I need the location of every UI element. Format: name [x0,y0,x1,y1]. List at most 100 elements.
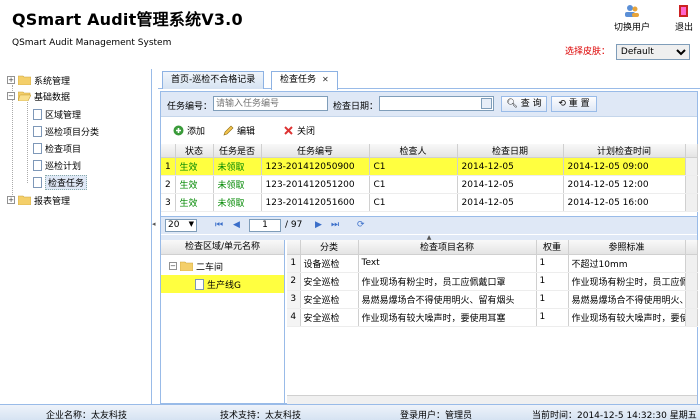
item-name-cell: 作业现场有粉尘时，员工应佩戴口罩 [358,272,537,291]
close-button[interactable]: 关闭 [283,124,315,137]
switch-user-button[interactable]: 切换用户 [610,4,654,33]
collapse-icon[interactable]: − [169,262,177,270]
page-input[interactable]: 1 [249,219,281,232]
column-header[interactable]: 权重 [536,240,569,255]
grid-header-row: 状态 任务是否 任务编号 检查人 检查日期 计划检查时间 [161,144,698,158]
close-icon[interactable]: ✕ [322,75,329,84]
logout-label: 退出 [674,23,693,33]
column-header[interactable]: 检查人 [369,144,458,158]
sidebar-item-label: 检查任务 [45,174,88,190]
refresh-icon[interactable]: ⟳ [357,220,365,230]
sidebar-item-reports[interactable]: + 报表管理 [7,193,70,207]
row-number: 3 [287,290,301,309]
next-page-icon[interactable]: ▶ [315,220,322,230]
status-cell: 生效 [175,157,214,176]
row-number: 2 [287,272,301,291]
table-row[interactable]: 4 安全巡检 作业现场有较大噪声时，要使用耳塞 1 作业现场有较大噪声时，要使 [287,308,698,327]
weight-cell: 1 [536,254,569,273]
column-header[interactable]: 检查项目名称 [358,240,537,255]
toolbar: 添加 编辑 关闭 [161,116,697,144]
area-tree-node[interactable]: − 二车间 [169,259,223,273]
document-icon [33,108,42,120]
users-icon [625,5,639,17]
scrollbar[interactable] [685,308,698,327]
table-row[interactable]: 3 生效 未领取 123-201412051600 C1 2014-12-05 … [161,193,698,212]
column-header[interactable]: 检查日期 [457,144,564,158]
row-number: 1 [161,157,176,176]
area-tree-node-selected[interactable]: 生产线G [195,277,241,291]
tree-guide [27,99,28,183]
claimed-cell: 未领取 [213,175,262,194]
reset-icon: ⟲ [558,99,566,109]
column-header[interactable]: 计划检查时间 [563,144,686,158]
tab-home[interactable]: 首页-巡检不合格记录 [162,71,265,89]
sidebar-item-category[interactable]: 巡检项目分类 [33,124,99,138]
add-button[interactable]: 添加 [173,124,205,137]
plan-time-cell: 2014-12-05 09:00 [563,157,686,176]
weight-cell: 1 [536,308,569,327]
switch-user-label: 切换用户 [613,23,650,33]
collapse-icon[interactable]: − [7,92,15,100]
sidebar-item-system[interactable]: + 系统管理 [7,73,70,87]
last-page-icon[interactable]: ⏭ [331,220,339,230]
query-button[interactable]: 🔍︎ 查 询 [501,96,547,112]
skin-select[interactable]: Default [615,44,690,60]
table-row[interactable]: 2 生效 未领取 123-201412051200 C1 2014-12-05 … [161,175,698,194]
chevron-down-icon: ▼ [188,220,194,228]
table-row[interactable]: 2 安全巡检 作业现场有粉尘时，员工应佩戴口罩 1 作业现场有粉尘时，员工应佩 [287,272,698,291]
task-no-cell: 123-201412051200 [261,175,370,194]
sidebar-item-plan[interactable]: 巡检计划 [33,158,81,172]
calendar-icon[interactable] [481,98,492,109]
sidebar-item-basedata[interactable]: − 基础数据 [7,89,70,103]
tab-tasks[interactable]: 检查任务 ✕ [271,71,338,90]
column-header[interactable]: 任务编号 [261,144,370,158]
folder-icon [18,195,31,205]
table-row[interactable]: 1 生效 未领取 123-201412050900 C1 2014-12-05 … [161,157,698,176]
expand-icon[interactable]: + [7,76,15,84]
scrollbar[interactable] [685,175,698,194]
task-no-cell: 123-201412050900 [261,157,370,176]
reset-button[interactable]: ⟲ 重 置 [551,96,597,112]
skin-label: 选择皮肤： [565,47,611,57]
date-label: 检查日期： [333,102,379,112]
column-header[interactable]: 参照标准 [568,240,686,255]
app-subtitle: QSmart Audit Management System [12,38,172,48]
edit-button[interactable]: 编辑 [223,124,255,137]
column-header [161,144,176,158]
sidebar-item-label: 报表管理 [34,196,71,207]
standard-cell: 作业现场有较大噪声时，要使 [568,308,686,327]
sidebar-item-items[interactable]: 检查项目 [33,141,81,155]
scrollbar[interactable] [685,193,698,212]
scrollbar[interactable] [685,157,698,176]
date-input[interactable] [379,96,494,111]
column-header[interactable]: 状态 [175,144,214,158]
scrollbar[interactable] [685,290,698,309]
logout-button[interactable]: 退出 [662,4,700,33]
table-row[interactable]: 1 设备巡检 Text 1 不超过10mm [287,254,698,273]
expand-icon[interactable]: + [7,196,15,204]
edit-icon [223,125,234,136]
sidebar-item-area[interactable]: 区域管理 [33,107,81,121]
column-header[interactable]: 分类 [300,240,359,255]
support-text: 技术支持：太友科技 [220,411,302,420]
delete-icon [284,126,293,135]
folder-open-icon [18,91,31,101]
time-text: 当前时间：2014-12-5 14:32:30 星期五 [532,411,697,420]
first-page-icon[interactable]: ⏮ [215,220,223,230]
sidebar-item-tasks[interactable]: 检查任务 [33,174,88,190]
page-size-select[interactable]: 20 ▼ [165,219,197,232]
prev-page-icon[interactable]: ◀ [233,220,240,230]
sidebar-item-label: 检查项目 [45,144,82,155]
sidebar-item-label: 巡检项目分类 [45,127,100,138]
scrollbar[interactable] [685,272,698,291]
claimed-cell: 未领取 [213,157,262,176]
items-header-row: 分类 检查项目名称 权重 参照标准 [287,240,698,255]
status-cell: 生效 [175,193,214,212]
task-no-input[interactable] [213,96,328,111]
standard-cell: 不超过10mm [568,254,686,273]
column-header[interactable]: 任务是否 [213,144,262,158]
app-title: QSmart Audit管理系统V3.0 [12,10,243,29]
sidebar-collapse-handle[interactable]: ◂ [152,220,157,240]
scrollbar[interactable] [685,254,698,273]
table-row[interactable]: 3 安全巡检 易燃易爆场合不得使用明火、留有烟头 1 易燃易爆场合不得使用明火、 [287,290,698,309]
